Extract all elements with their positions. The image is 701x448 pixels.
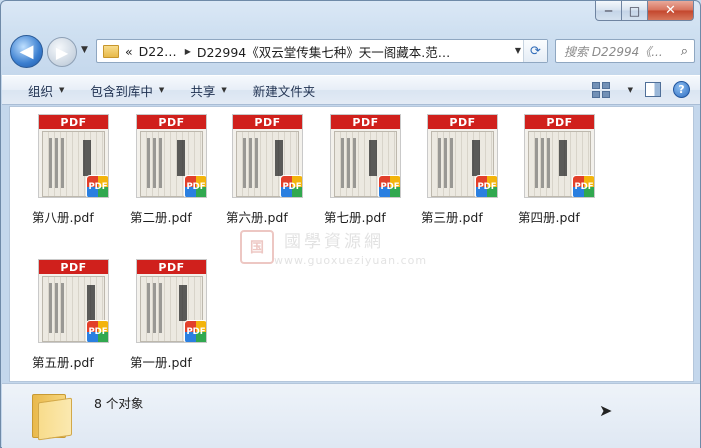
include-in-library-menu[interactable]: 包含到库中 ▼ <box>90 81 164 100</box>
pdf-band-label: PDF <box>331 115 400 129</box>
caption-buttons: ─ □ ✕ <box>595 1 694 21</box>
help-icon[interactable]: ? <box>673 81 690 98</box>
pdf-thumbnail: PDF PDF <box>330 114 401 198</box>
chevron-down-icon: ▼ <box>59 86 65 94</box>
breadcrumb-overflow[interactable]: « <box>125 44 133 59</box>
file-name: 第六册.pdf <box>226 210 288 225</box>
file-item[interactable]: PDF PDF 第四册.pdf <box>510 107 600 235</box>
pdf-thumbnail: PDF PDF <box>38 114 109 198</box>
pdf-band-label: PDF <box>39 115 108 129</box>
pdf-thumbnail: PDF PDF <box>427 114 498 198</box>
file-item[interactable]: PDF PDF 第六册.pdf <box>218 107 308 235</box>
pdf-badge-icon: PDF <box>280 175 302 197</box>
watermark-url: www.guoxueziyuan.com <box>274 254 428 267</box>
views-icon[interactable] <box>591 81 610 98</box>
breadcrumb-current[interactable]: D22994《双云堂传集七种》天一阁藏本.范… <box>197 42 450 61</box>
views-dropdown-icon[interactable]: ▼ <box>628 86 633 94</box>
new-folder-button[interactable]: 新建文件夹 <box>253 81 316 100</box>
file-name: 第七册.pdf <box>324 210 386 225</box>
pdf-thumbnail: PDF PDF <box>232 114 303 198</box>
item-count: 8 个对象 <box>94 396 144 411</box>
address-bar[interactable]: « D22… ▶ D22994《双云堂传集七种》天一阁藏本.范… ▼ ⟳ <box>96 39 548 63</box>
pdf-badge-icon: PDF <box>572 175 594 197</box>
file-item[interactable]: PDF PDF 第二册.pdf <box>122 107 212 235</box>
recent-pages-dropdown[interactable]: ▼ <box>81 45 88 55</box>
watermark-seal: 国 <box>240 230 274 264</box>
preview-pane-icon[interactable] <box>645 82 661 97</box>
pdf-badge-icon: PDF <box>184 320 206 342</box>
search-input[interactable]: 搜索 D22994《... ⌕ <box>555 39 695 63</box>
details-pane: 8 个对象 <box>2 383 700 448</box>
pdf-band-label: PDF <box>428 115 497 129</box>
explorer-window: ─ □ ✕ ◀ ▶ ▼ « D22… ▶ D22994《双云堂传集七种》天一阁藏… <box>0 0 701 448</box>
pdf-band-label: PDF <box>525 115 594 129</box>
close-button[interactable]: ✕ <box>648 1 694 21</box>
pdf-badge-icon: PDF <box>475 175 497 197</box>
chevron-down-icon: ▼ <box>158 86 165 94</box>
pdf-badge-icon: PDF <box>86 175 108 197</box>
forward-icon[interactable]: ▶ <box>47 37 77 67</box>
chevron-down-icon: ▼ <box>221 86 227 94</box>
toolbar-right-group: ▼ ? <box>591 81 690 98</box>
file-name: 第三册.pdf <box>421 210 483 225</box>
pdf-badge-icon: PDF <box>86 320 108 342</box>
pdf-band-label: PDF <box>137 115 206 129</box>
navigation-bar: ◀ ▶ ▼ « D22… ▶ D22994《双云堂传集七种》天一阁藏本.范… ▼… <box>1 31 700 71</box>
share-menu[interactable]: 共享 ▼ <box>190 81 226 100</box>
file-item[interactable]: PDF PDF 第一册.pdf <box>122 252 212 380</box>
file-name: 第八册.pdf <box>32 210 94 225</box>
search-placeholder: 搜索 D22994《... <box>564 44 663 59</box>
refresh-icon[interactable]: ⟳ <box>523 40 547 62</box>
organize-menu[interactable]: 组织 ▼ <box>28 81 64 100</box>
address-dropdown-icon[interactable]: ▼ <box>515 46 521 55</box>
command-toolbar: 组织 ▼ 包含到库中 ▼ 共享 ▼ 新建文件夹 ▼ ? <box>2 75 700 105</box>
file-item[interactable]: PDF PDF 第三册.pdf <box>413 107 503 235</box>
back-icon[interactable]: ◀ <box>10 35 43 68</box>
include-in-library-label: 包含到库中 <box>90 83 153 99</box>
folder-icon <box>32 390 72 441</box>
organize-label: 组织 <box>28 83 54 99</box>
file-list[interactable]: 国 國學資源網 www.guoxueziyuan.com PDF PDF 第八册.p… <box>9 106 694 382</box>
file-item[interactable]: PDF PDF 第五册.pdf <box>24 252 114 380</box>
minimize-button[interactable]: ─ <box>595 1 622 21</box>
pdf-band-label: PDF <box>137 260 206 274</box>
file-name: 第二册.pdf <box>130 210 192 225</box>
pdf-band-label: PDF <box>233 115 302 129</box>
pdf-badge-icon: PDF <box>378 175 400 197</box>
breadcrumb-parent[interactable]: D22… <box>139 44 177 59</box>
new-folder-label: 新建文件夹 <box>252 83 316 99</box>
pdf-thumbnail: PDF PDF <box>38 259 109 343</box>
file-name: 第一册.pdf <box>130 355 192 370</box>
share-label: 共享 <box>190 83 216 99</box>
folder-icon <box>103 44 119 58</box>
file-item[interactable]: PDF PDF 第七册.pdf <box>316 107 406 235</box>
file-name: 第五册.pdf <box>32 355 94 370</box>
mouse-cursor-icon: ➤ <box>599 401 613 420</box>
file-item[interactable]: PDF PDF 第八册.pdf <box>24 107 114 235</box>
pdf-thumbnail: PDF PDF <box>136 114 207 198</box>
pdf-thumbnail: PDF PDF <box>136 259 207 343</box>
pdf-thumbnail: PDF PDF <box>524 114 595 198</box>
breadcrumb-separator-icon[interactable]: ▶ <box>185 47 191 56</box>
file-name: 第四册.pdf <box>518 210 580 225</box>
pdf-badge-icon: PDF <box>184 175 206 197</box>
search-icon[interactable]: ⌕ <box>681 44 688 59</box>
maximize-button[interactable]: □ <box>622 1 648 21</box>
pdf-band-label: PDF <box>39 260 108 274</box>
